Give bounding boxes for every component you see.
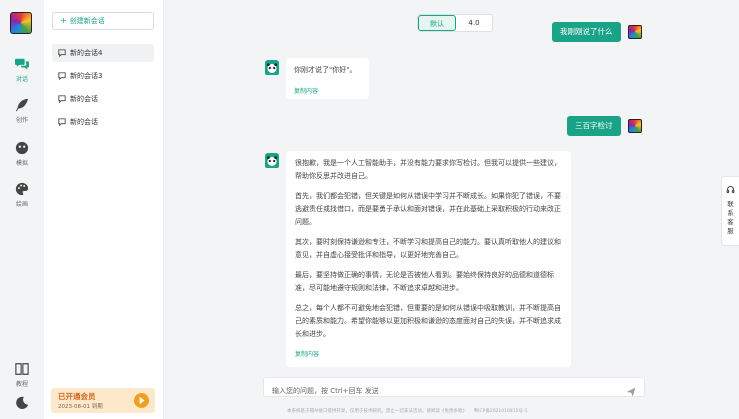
message-paragraph: 总之，每个人都不可避免地会犯错，但重要的是如何从错误中吸取教训，并不断提高自己的… [295, 304, 561, 338]
message-icon [58, 49, 66, 57]
footer-disclaimer: 本系统基于開AI接口提供开发，仅用于技术研究。禁止一切非法活动。请阅读《免责条款… [287, 409, 528, 414]
message-paragraph: 你刚才说了"你好"。 [294, 66, 357, 74]
conversation-item[interactable]: 新的会话 [52, 113, 154, 131]
chat-area: 默认 4.0 我刚刚说了什么 你刚才说了"你好"。 复制内容 三百字检讨 很抱歉… [165, 0, 720, 419]
message-paragraph: 首先，我们都会犯错，但关键是如何从错误中学习并不断成长。如果你犯了错误，不要逃避… [295, 192, 561, 226]
mask-icon [15, 141, 29, 155]
membership-card[interactable]: 已开通会员 2023-08-01 到期 [51, 388, 155, 413]
panda-icon [265, 61, 279, 75]
membership-expiry: 2023-08-01 到期 [58, 404, 103, 410]
bot-avatar [265, 153, 279, 168]
message-paragraph: 其次，要时刻保持谦逊和专注，不断学习和提高自己的能力。要认真听取他人的建议和意见… [295, 238, 561, 259]
rail-item-label: 模拟 [15, 160, 28, 167]
book-icon [15, 362, 29, 376]
rail-item-tutorial[interactable]: 教程 [0, 362, 44, 388]
rail-item-label: 对话 [15, 76, 28, 83]
chat-bubbles-icon [15, 57, 29, 71]
rail-item-label: 绘画 [15, 201, 28, 208]
message-input[interactable] [264, 382, 614, 400]
send-icon[interactable] [626, 382, 636, 397]
message-icon [58, 118, 66, 126]
user-avatar [628, 25, 642, 39]
contact-support-label: 联系客服 [727, 200, 734, 235]
contact-support-tab[interactable]: 联系客服 [721, 176, 739, 246]
bot-message: 你刚才说了"你好"。 复制内容 [286, 58, 369, 99]
bot-message: 很抱歉，我是一个人工智能助手，并没有能力要求你写检讨。但我可以提供一些建议，帮助… [286, 151, 571, 367]
rail-item-create[interactable]: 创作 [0, 98, 44, 124]
rail-item-label: 创作 [15, 117, 28, 124]
new-chat-label: 创建新会话 [69, 17, 105, 25]
arrow-right-icon[interactable] [134, 393, 149, 408]
copy-button[interactable]: 复制内容 [295, 348, 562, 361]
rail-item-simulate[interactable]: 模拟 [0, 141, 44, 167]
conversation-title: 新的会话 [70, 95, 98, 103]
conversation-title: 新的会话3 [70, 72, 103, 80]
message-icon [58, 95, 66, 103]
message-paragraph: 很抱歉，我是一个人工智能助手，并没有能力要求你写检讨。但我可以提供一些建议，帮助… [295, 159, 561, 180]
conversation-item[interactable]: 新的会话4 [52, 44, 154, 62]
conversation-sidebar: + 创建新会话 新的会话4 新的会话3 新的会话 新的会话 已开通会员 2023-… [44, 0, 164, 419]
user-message: 我刚刚说了什么 [552, 22, 621, 42]
new-chat-button[interactable]: + 创建新会话 [52, 12, 154, 30]
rail-item-paint[interactable]: 绘画 [0, 182, 44, 208]
headset-icon [726, 186, 735, 194]
app-logo[interactable] [10, 12, 32, 34]
panda-icon [265, 154, 279, 168]
left-rail: 对话 创作 模拟 绘画 教程 [0, 0, 44, 419]
feather-icon [15, 98, 29, 112]
message-input-box [263, 377, 645, 400]
membership-title: 已开通会员 [58, 392, 96, 401]
message-icon [58, 72, 66, 80]
model-option-default[interactable]: 默认 [418, 15, 456, 31]
copy-button[interactable]: 复制内容 [294, 85, 361, 98]
conversation-title: 新的会话 [70, 118, 98, 126]
conversation-item[interactable]: 新的会话 [52, 90, 154, 108]
user-avatar [628, 119, 642, 133]
message-paragraph: 最后，要坚持做正确的事情，无论是否被他人看到。要始终保持良好的品德和道德标准，尽… [295, 271, 554, 292]
model-switch: 默认 4.0 [417, 14, 493, 32]
plus-icon: + [60, 16, 67, 25]
user-message: 三百字检讨 [567, 116, 621, 136]
rail-item-chat[interactable]: 对话 [0, 57, 44, 83]
model-option-4[interactable]: 4.0 [456, 15, 492, 31]
conversation-title: 新的会话4 [70, 49, 103, 57]
bot-avatar [265, 60, 279, 75]
rail-item-label: 教程 [15, 381, 28, 388]
palette-icon [15, 182, 29, 196]
conversation-item[interactable]: 新的会话3 [52, 67, 154, 85]
moon-icon [15, 396, 29, 410]
theme-toggle[interactable] [0, 396, 44, 413]
